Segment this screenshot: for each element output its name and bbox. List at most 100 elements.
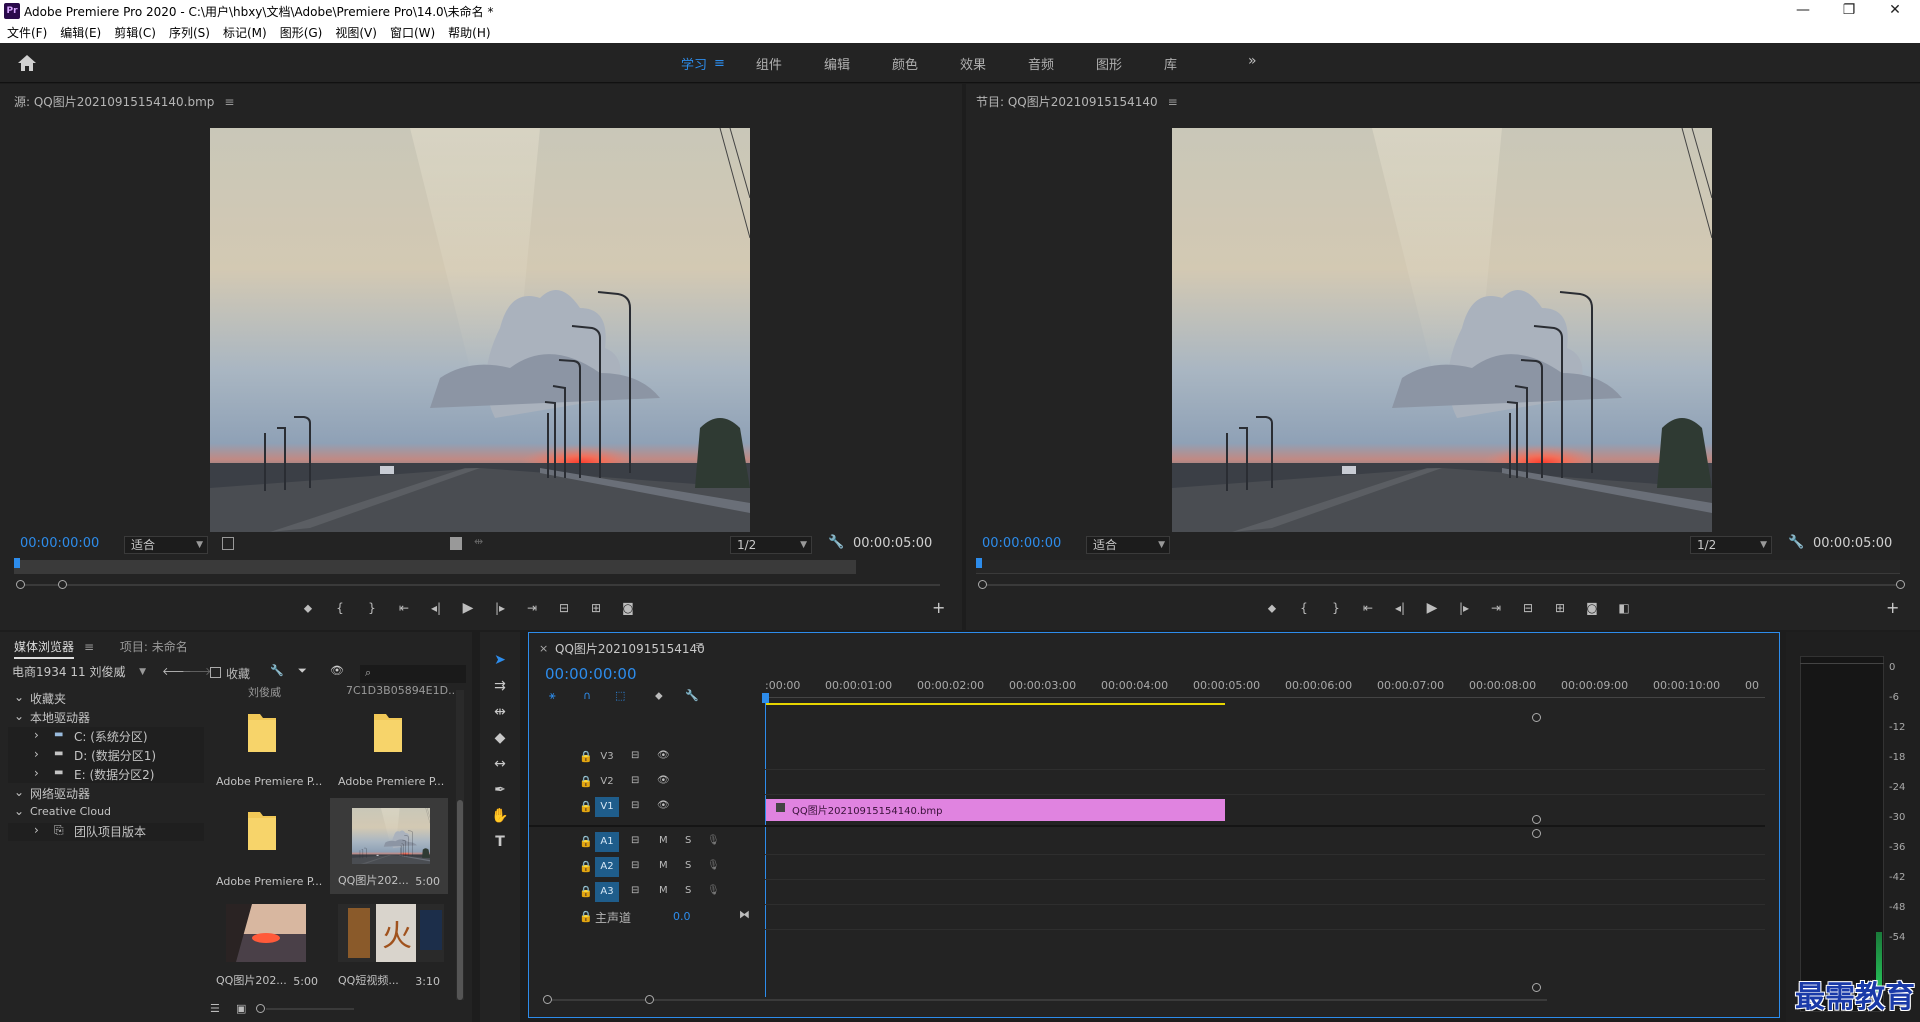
play-icon[interactable]: ▶ (452, 600, 484, 616)
tree-creative-cloud[interactable]: Creative Cloud (30, 805, 111, 818)
favorites-checkbox[interactable] (210, 667, 221, 678)
media-item[interactable]: Adobe Premiere P... (208, 698, 326, 794)
go-to-end-icon[interactable]: ⧓ (739, 908, 750, 921)
insert-icon[interactable]: ⊟ (548, 601, 580, 615)
wrench-icon[interactable]: 🔧 (270, 664, 284, 677)
maximize-icon[interactable]: ❐ (1826, 0, 1872, 22)
menu-clip[interactable]: 剪辑(C) (107, 22, 162, 41)
source-playhead-timecode[interactable]: 00:00:00:00 (20, 536, 99, 551)
timeline-playhead[interactable] (765, 693, 766, 997)
add-button-icon[interactable]: + (932, 598, 945, 617)
home-icon[interactable] (16, 53, 38, 73)
lock-icon[interactable]: 🔒 (579, 750, 593, 763)
timeline-zoom-handle-right[interactable] (645, 995, 654, 1004)
workspace-tab-learn[interactable]: 学习 (681, 54, 707, 73)
track-label-a2[interactable]: A2 (595, 857, 619, 877)
source-monitor-title[interactable]: 源: QQ图片20210915154140.bmp (14, 95, 214, 109)
audio-scroll-handle-top[interactable] (1532, 829, 1541, 838)
media-item[interactable]: QQ图片202... 5:00 (208, 898, 326, 994)
wrench-icon[interactable]: 🔧 (1788, 535, 1804, 550)
tree-network-drives[interactable]: 网络驱动器 (30, 785, 90, 802)
zoom-slider-track[interactable] (266, 1008, 354, 1010)
sync-lock-icon[interactable]: ⊟ (631, 775, 639, 786)
source-panel-menu-icon[interactable]: ≡ (224, 95, 234, 109)
more-workspaces-icon[interactable]: » (1248, 53, 1257, 69)
tree-chevron-icon[interactable]: ⌄ (14, 804, 24, 818)
search-input[interactable]: ⌕ (360, 665, 466, 683)
go-to-out-icon[interactable]: ⇥ (1480, 601, 1512, 615)
wrench-icon[interactable]: 🔧 (828, 535, 844, 550)
source-video-frame[interactable] (210, 128, 750, 532)
workspace-tab-audio[interactable]: 音频 (1028, 54, 1054, 73)
sequence-tab[interactable]: QQ图片20210915154140 (555, 640, 705, 657)
add-marker-icon[interactable]: ⬥ (655, 689, 663, 703)
hand-tool-icon[interactable]: ✋ (488, 804, 512, 828)
step-forward-icon[interactable]: |▸ (1448, 601, 1480, 615)
lock-icon[interactable]: 🔒 (579, 775, 593, 788)
track-label-v1[interactable]: V1 (595, 797, 619, 817)
selection-tool-icon[interactable]: ➤ (488, 648, 512, 672)
microphone-icon[interactable]: 🎙 (707, 885, 720, 896)
snap-icon[interactable]: ∩ (583, 689, 591, 702)
go-to-out-icon[interactable]: ⇥ (516, 601, 548, 615)
mark-in-icon[interactable]: { (1288, 601, 1320, 615)
program-playhead-timecode[interactable]: 00:00:00:00 (982, 536, 1061, 551)
add-button-icon[interactable]: + (1886, 598, 1899, 617)
tree-chevron-icon[interactable]: › (34, 728, 39, 742)
sync-lock-icon[interactable]: ⊟ (631, 750, 639, 761)
workspace-tab-color[interactable]: 颜色 (892, 54, 918, 73)
tab-project[interactable]: 项目: 未命名 (120, 640, 188, 654)
source-time-ruler[interactable] (14, 560, 856, 574)
go-to-in-icon[interactable]: ⇤ (1352, 601, 1384, 615)
tree-favorites[interactable]: 收藏夹 (30, 690, 66, 707)
source-resolution-dropdown[interactable]: 1/2 ▼ (730, 536, 812, 554)
track-label-v3[interactable]: V3 (595, 747, 619, 767)
video-scroll-handle-bottom[interactable] (1532, 815, 1541, 824)
program-zoom-handle-left[interactable] (978, 580, 987, 589)
microphone-icon[interactable]: 🎙 (707, 860, 720, 871)
menu-file[interactable]: 文件(F) (0, 22, 53, 41)
lock-icon[interactable]: 🔒 (579, 885, 593, 898)
zoom-slider-handle[interactable] (256, 1004, 265, 1013)
program-fit-dropdown[interactable]: 适合 ▼ (1086, 536, 1170, 554)
track-label-a1[interactable]: A1 (595, 832, 619, 852)
program-panel-menu-icon[interactable]: ≡ (1168, 95, 1178, 109)
menu-sequence[interactable]: 序列(S) (162, 22, 216, 41)
workspace-tab-libraries[interactable]: 库 (1164, 54, 1177, 73)
timeline-ruler[interactable]: :00:00 00:00:01:00 00:00:02:00 00:00:03:… (765, 677, 1765, 705)
lock-icon[interactable]: 🔒 (579, 910, 593, 923)
camera-icon[interactable]: ◙ (612, 601, 644, 615)
menu-help[interactable]: 帮助(H) (441, 22, 496, 41)
sync-lock-icon[interactable]: ⊟ (631, 860, 639, 871)
source-fit-dropdown[interactable]: 适合 ▼ (124, 536, 208, 554)
workspace-tab-effects[interactable]: 效果 (960, 54, 986, 73)
timeline-clip[interactable]: QQ图片20210915154140.bmp (766, 799, 1225, 821)
extract-icon[interactable]: ⊞ (1544, 601, 1576, 615)
tree-local-drives[interactable]: 本地驱动器 (30, 709, 90, 726)
timeline-timecode[interactable]: 00:00:00:00 (545, 665, 637, 683)
media-item[interactable]: 火 QQ短视频... 3:10 (330, 898, 448, 994)
slip-tool-icon[interactable]: ↔ (488, 752, 512, 776)
media-item[interactable]: Adobe Premiere P... (208, 798, 326, 894)
tree-chevron-icon[interactable]: ⌄ (14, 785, 24, 799)
eye-icon[interactable]: 👁 (657, 775, 670, 786)
minimize-icon[interactable]: — (1780, 0, 1826, 22)
step-forward-icon[interactable]: |▸ (484, 601, 516, 615)
menu-edit[interactable]: 编辑(E) (53, 22, 107, 41)
settings-box-icon[interactable] (222, 537, 234, 550)
microphone-icon[interactable]: 🎙 (707, 835, 720, 846)
play-icon[interactable]: ▶ (1416, 600, 1448, 616)
solo-button[interactable]: S (685, 885, 691, 896)
camera-icon[interactable]: ◙ (1576, 601, 1608, 615)
program-monitor-title[interactable]: 节目: QQ图片20210915154140 (976, 95, 1158, 109)
work-area-bar[interactable] (765, 703, 1225, 705)
step-back-icon[interactable]: ◂| (1384, 601, 1416, 615)
lock-icon[interactable]: 🔒 (579, 800, 593, 813)
source-zoom-handle-right[interactable] (58, 580, 67, 589)
razor-tool-icon[interactable]: ◆ (488, 726, 512, 750)
lift-icon[interactable]: ⊟ (1512, 601, 1544, 615)
program-playhead[interactable] (976, 558, 982, 568)
source-zoom-track[interactable] (20, 584, 940, 586)
close-sequence-icon[interactable]: × (539, 642, 548, 655)
program-time-ruler[interactable] (976, 560, 1900, 574)
